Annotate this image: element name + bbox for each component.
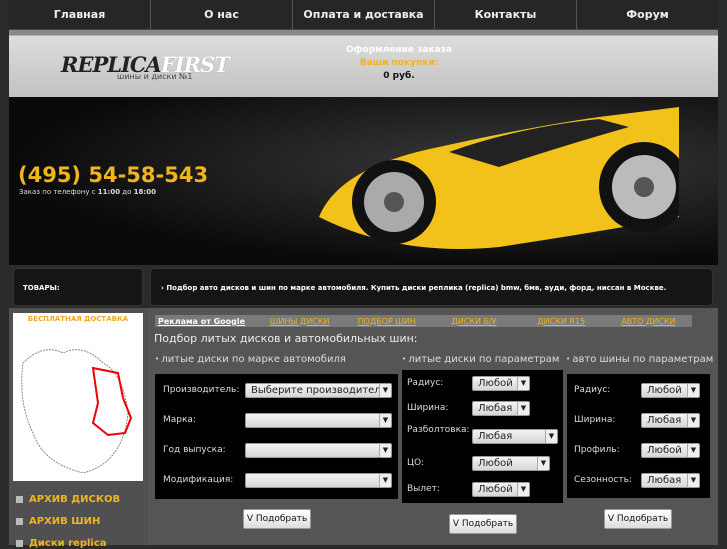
hours-from: 11:00 [97,188,121,196]
form2-title: литые диски по параметрам [402,354,559,365]
field-label: Производитель: [163,385,240,395]
page-heading: Подбор литых дисков и автомобильных шин: [154,332,418,345]
field-label: Вылет: [407,484,440,494]
field-label: Разболтовка: [407,425,470,435]
ad-link[interactable]: ПОДБОР ШИН [343,317,430,326]
chevron-down-icon: ▼ [379,444,391,457]
submit-car-brand-button[interactable]: V Подобрать [243,509,311,529]
nav-forum[interactable]: Форум [576,0,718,29]
submit-disk-params-button[interactable]: V Подобрать [449,514,517,534]
chevron-down-icon: ▼ [545,430,557,443]
cart-title[interactable]: Оформление заказа [329,44,469,57]
ad-link[interactable]: ДИСКИ Б/У [430,317,517,326]
field-label: Радиус: [574,385,611,395]
select-value: Любой [478,458,513,469]
hours-mid: до [120,188,134,196]
tire-params-form: Радиус: Любой ▼ Ширина: Любая ▼ Профиль: Л… [567,374,710,498]
disk-params-form: Радиус: Любой ▼ Ширина: Любая ▼ Разболтовк… [402,370,563,503]
season-select[interactable]: Любая ▼ [641,473,700,488]
center-bore-select[interactable]: Любой ▼ [472,456,550,471]
select-value: Любой [647,445,682,456]
select-value: Любая [647,475,682,486]
cart: Оформление заказа Ваши покупки: 0 руб. [329,44,469,83]
offset-select[interactable]: Любой ▼ [472,482,530,497]
field-label: ЦО: [407,458,425,468]
ads-label[interactable]: Реклама от Google [158,317,256,326]
header: REPLICAFIRST шины и диски №1 Оформление … [9,30,718,97]
chevron-down-icon: ▼ [687,384,699,397]
nav-contacts[interactable]: Контакты [434,0,576,29]
bolt-pattern-select[interactable]: Любая ▼ [472,429,558,444]
manufacturer-select[interactable]: Выберите производителя ▼ [245,383,392,398]
year-select[interactable]: ▼ [245,443,392,458]
phone-hours: Заказ по телефону с 11:00 до 18:00 [19,188,156,196]
select-value: Любой [478,484,513,495]
chevron-down-icon: ▼ [379,384,391,397]
ad-link[interactable]: ШИНЫ ДИСКИ [256,317,343,326]
field-label: Ширина: [407,403,449,413]
products-heading: ТОВАРЫ: [13,268,143,306]
phone-hours-prefix: Заказ по телефону с [19,188,98,196]
moscow-map-icon [21,349,133,474]
google-ads-bar: Реклама от Google ШИНЫ ДИСКИ ПОДБОР ШИН … [155,315,692,327]
field-label: Профиль: [574,445,620,455]
field-label: Марка: [163,415,196,425]
field-label: Сезонность: [574,475,632,485]
ad-link[interactable]: ДИСКИ R15 [518,317,605,326]
chevron-down-icon: ▼ [687,474,699,487]
chevron-down-icon: ▼ [379,474,391,487]
nav-home[interactable]: Главная [9,0,150,29]
cart-total: 0 руб. [383,71,415,81]
cart-label: Ваши покупки: [359,58,439,68]
tire-width-select[interactable]: Любая ▼ [641,413,700,428]
form3-title: авто шины по параметрам [566,354,713,365]
logo-tagline: шины и диски №1 [117,72,193,81]
map-title: БЕСПЛАТНАЯ ДОСТАВКА [27,315,129,323]
phone-number: (495) 54-58-543 [18,163,209,187]
ad-link[interactable]: АВТО ДИСКИ [605,317,692,326]
chevron-down-icon: ▼ [517,377,529,390]
form1-title: литые диски по марке автомобиля [155,354,346,365]
chevron-down-icon: ▼ [379,414,391,427]
select-value: Любой [647,385,682,396]
modification-select[interactable]: ▼ [245,473,392,488]
select-value: Любая [647,415,682,426]
car-image [319,107,679,249]
chevron-down-icon: ▼ [517,483,529,496]
car-brand-form: Производитель: Выберите производителя ▼ М… [155,374,398,499]
info-bar: › Подбор авто дисков и шин по марке авто… [150,268,713,306]
disk-width-select[interactable]: Любая ▼ [472,401,530,416]
tire-profile-select[interactable]: Любой ▼ [641,443,700,458]
model-select[interactable]: ▼ [245,413,392,428]
select-value: Выберите производителя [251,385,387,396]
chevron-down-icon: ▼ [537,457,549,470]
field-label: Год выпуска: [163,445,226,455]
chevron-down-icon: ▼ [517,402,529,415]
sidebar-link-replica-disks[interactable]: Диски replica [16,538,107,549]
sidebar-link-disk-archive[interactable]: АРХИВ ДИСКОВ [16,494,120,505]
chevron-down-icon: ▼ [687,444,699,457]
field-label: Ширина: [574,415,616,425]
select-value: Любой [478,378,513,389]
select-value: Любая [478,403,513,414]
sidebar-link-tire-archive[interactable]: АРХИВ ШИН [16,516,100,527]
nav-payment-delivery[interactable]: Оплата и доставка [292,0,434,29]
submit-tire-params-button[interactable]: V Подобрать [604,509,672,529]
top-nav: Главная О нас Оплата и доставка Контакты… [9,0,718,30]
nav-about[interactable]: О нас [150,0,292,29]
disk-radius-select[interactable]: Любой ▼ [472,376,530,391]
tire-radius-select[interactable]: Любой ▼ [641,383,700,398]
chevron-down-icon: ▼ [687,414,699,427]
delivery-map[interactable]: БЕСПЛАТНАЯ ДОСТАВКА [13,313,143,481]
select-value: Любая [478,431,513,442]
hours-to: 18:00 [133,188,156,196]
field-label: Модификация: [163,475,234,485]
field-label: Радиус: [407,378,444,388]
